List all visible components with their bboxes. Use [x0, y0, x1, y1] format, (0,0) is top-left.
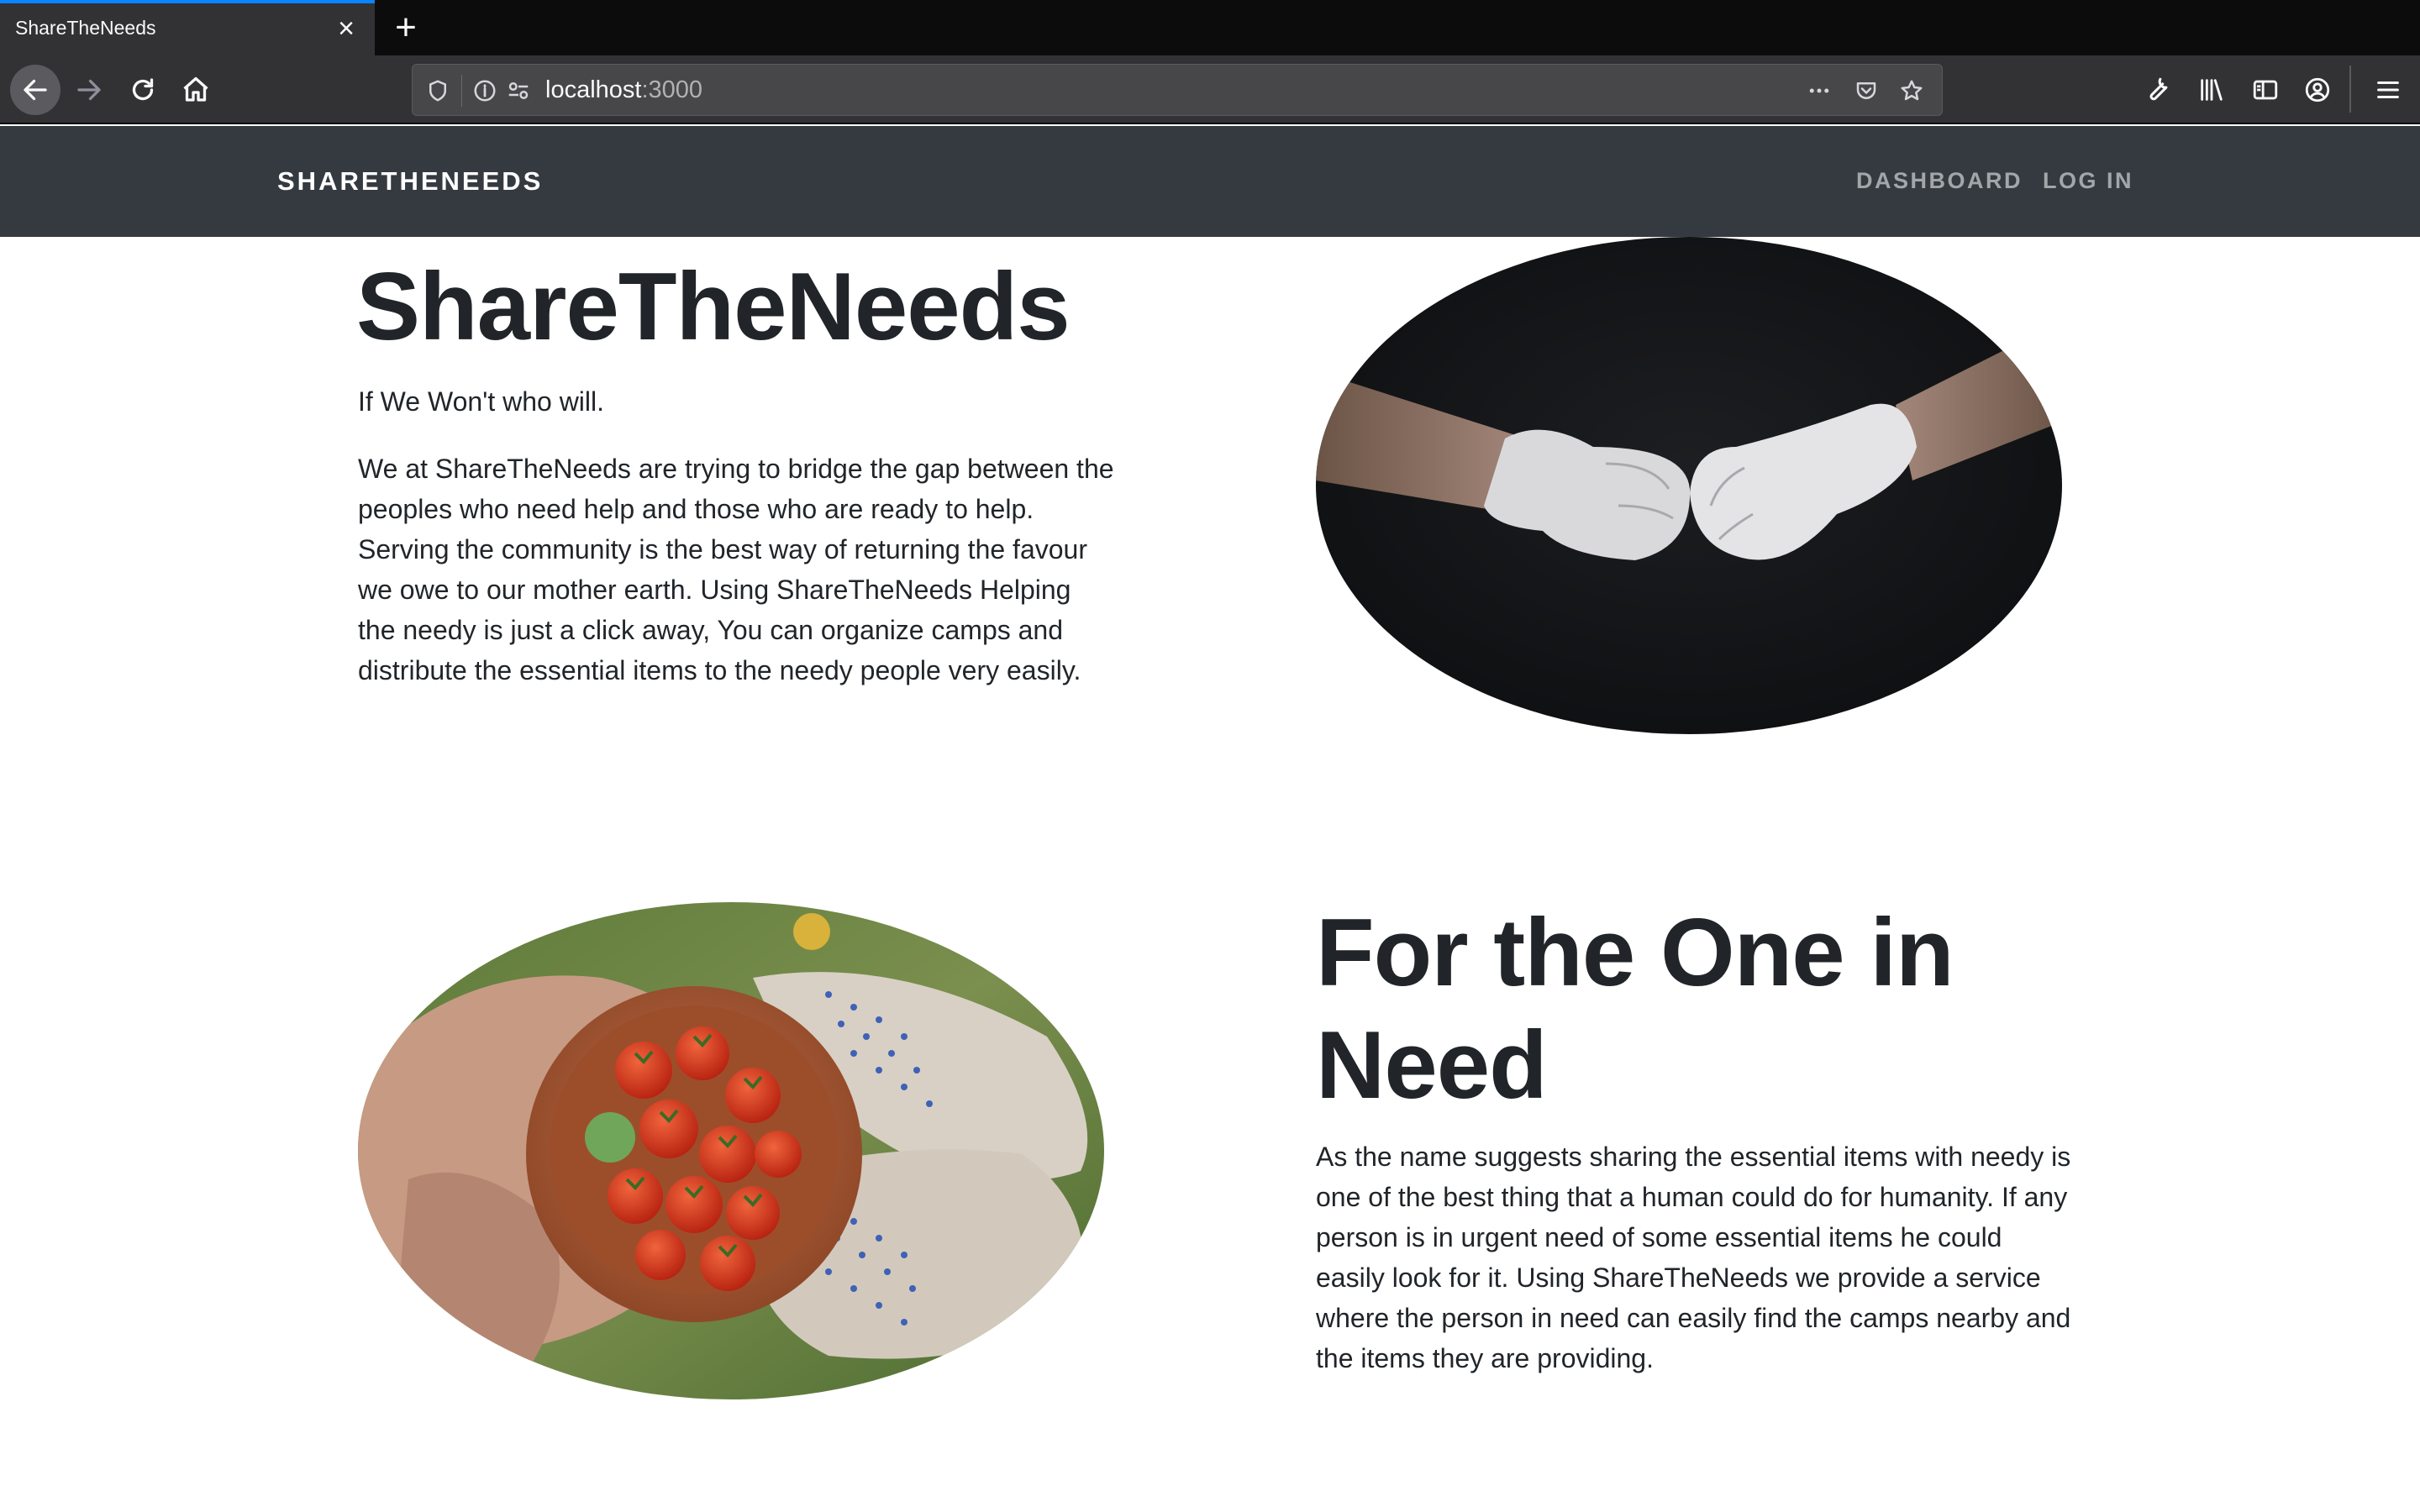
browser-tab[interactable]: ShareTheNeeds × [0, 0, 375, 55]
info-icon[interactable] [470, 76, 500, 106]
home-button[interactable] [172, 66, 219, 113]
brand-link[interactable]: SHARETHENEEDS [277, 166, 543, 197]
site-navbar: SHARETHENEEDS DASHBOARD LOG IN [0, 126, 2420, 237]
more-actions-icon[interactable] [1804, 76, 1834, 106]
url-text[interactable]: localhost:3000 [545, 76, 702, 104]
sidebar-button[interactable] [2242, 66, 2289, 113]
reload-icon [132, 78, 154, 101]
reload-button[interactable] [119, 66, 166, 113]
tab-title: ShareTheNeeds [15, 17, 156, 39]
hero-title: ShareTheNeeds [356, 254, 1071, 360]
forward-button[interactable] [66, 66, 113, 113]
fist-bump-image [1316, 237, 2062, 734]
bookmark-star-icon[interactable] [1897, 76, 1927, 106]
browser-toolbar: localhost:3000 [0, 55, 2420, 124]
nav-link-login[interactable]: LOG IN [2043, 168, 2133, 194]
close-tab-icon[interactable]: × [329, 12, 363, 45]
url-bar[interactable]: localhost:3000 [412, 64, 1943, 116]
url-host: localhost [545, 76, 642, 103]
new-tab-icon[interactable]: + [388, 9, 424, 46]
nav-link-dashboard[interactable]: DASHBOARD [1856, 168, 2023, 194]
sidebar-icon [2253, 80, 2278, 100]
active-tab-indicator [0, 0, 375, 3]
browser-tab-strip: ShareTheNeeds × + [0, 0, 2420, 55]
section-paragraph: As the name suggests sharing the essenti… [1316, 1142, 2071, 1373]
pocket-icon[interactable] [1851, 76, 1881, 106]
library-icon [2201, 79, 2223, 101]
permissions-icon[interactable] [503, 76, 534, 106]
home-icon [183, 76, 208, 102]
account-button[interactable] [2294, 66, 2341, 113]
library-button[interactable] [2188, 66, 2235, 113]
hero-paragraph: We at ShareTheNeeds are trying to bridge… [358, 454, 1114, 685]
wrench-icon [2149, 77, 2168, 101]
arrow-right-icon [77, 79, 101, 101]
tools-button[interactable] [2134, 66, 2181, 113]
shield-icon[interactable] [423, 76, 453, 106]
arrow-left-icon [24, 79, 47, 101]
toolbar-divider [2349, 66, 2351, 113]
menu-button[interactable] [2365, 66, 2412, 113]
url-separator [461, 75, 462, 107]
tomato-bowl-image [358, 902, 1104, 1399]
url-port: :3000 [641, 76, 703, 103]
hamburger-menu-icon [2377, 81, 2399, 99]
back-button[interactable] [10, 65, 60, 115]
section-title: For the One in Need [1316, 900, 1954, 1119]
hero-tagline: If We Won't who will. [358, 386, 605, 417]
account-icon [2305, 77, 2330, 102]
